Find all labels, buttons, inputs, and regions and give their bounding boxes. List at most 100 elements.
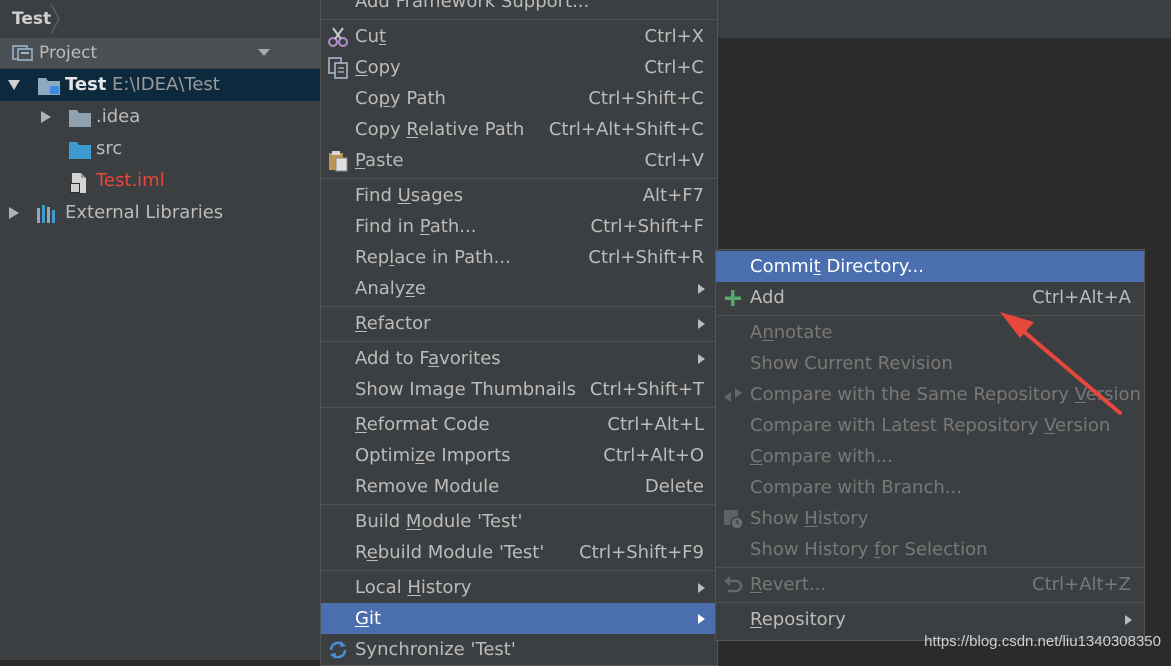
shortcut-label: Ctrl+Alt+Z (1032, 574, 1131, 595)
git-item-commit-directory[interactable]: Commit Directory... (716, 251, 1144, 282)
shortcut-label: Ctrl+Alt+O (603, 445, 704, 466)
menu-separator (321, 306, 717, 307)
mnemonic-suffix: evert... (761, 574, 827, 595)
mnemonic-key: G (355, 608, 369, 629)
expand-arrow-right-icon[interactable] (40, 111, 52, 123)
menu-item-optimize-imports[interactable]: Optimize Imports Ctrl+Alt+O (321, 440, 717, 471)
mnemonic-prefix: Local (355, 577, 408, 598)
mnemonic-key: z (405, 278, 415, 299)
mnemonic-suffix: e Imports (424, 445, 511, 466)
mnemonic-prefix: Cu (355, 26, 379, 47)
mnemonic-key: n (762, 322, 774, 343)
shortcut-label: Ctrl+Shift+F9 (579, 542, 704, 563)
breadcrumb-separator-icon (50, 4, 60, 34)
mnemonic-suffix: vorites (439, 348, 501, 369)
expand-arrow-right-icon[interactable] (8, 207, 20, 219)
menu-item-paste[interactable]: Paste Ctrl+V (321, 145, 717, 176)
submenu-arrow-icon (698, 614, 705, 624)
menu-separator (321, 407, 717, 408)
mnemonic-suffix: or Selection (880, 539, 988, 560)
project-path-label: E:\IDEA\Test (112, 74, 220, 95)
shortcut-label: Ctrl+Shift+F (590, 216, 704, 237)
git-item-compare-with[interactable]: Compare with... (716, 441, 1144, 472)
git-item-compare-with-branch[interactable]: Compare with Branch... (716, 472, 1144, 503)
git-item-repository[interactable]: Repository (716, 604, 1144, 635)
mnemonic-key: t (813, 256, 821, 277)
mnemonic-prefix: Show (750, 508, 805, 529)
menu-item-rebuild-module[interactable]: Rebuild Module 'Test' Ctrl+Shift+F9 (321, 537, 717, 568)
menu-item-show-image-thumbnails[interactable]: Show Image Thumbnails Ctrl+Shift+T (321, 374, 717, 405)
git-item-show-history[interactable]: Show History (716, 503, 1144, 534)
menu-item-label: Show Image Thumbnails (355, 379, 576, 400)
menu-item-reformat-code[interactable]: Reformat Code Ctrl+Alt+L (321, 409, 717, 440)
project-view-icon (12, 45, 33, 61)
paste-icon (329, 151, 348, 172)
tree-item-test-root[interactable]: Test E:\IDEA\Test (0, 69, 320, 101)
project-panel-title: Project (39, 43, 98, 63)
menu-item-cut[interactable]: Cut Ctrl+X (321, 21, 717, 52)
git-item-show-history-for-selection[interactable]: Show History for Selection (716, 534, 1144, 565)
menu-item-copy[interactable]: Copy Ctrl+C (321, 52, 717, 83)
mnemonic-suffix: istory (817, 508, 869, 529)
tree-item-test-iml[interactable]: Test.iml (0, 165, 320, 197)
menu-separator (321, 341, 717, 342)
mnemonic-suffix: eformat Code (366, 414, 490, 435)
menu-item-refactor[interactable]: Refactor (321, 308, 717, 339)
submenu-arrow-icon (698, 354, 705, 364)
mnemonic-prefix: Add to F (355, 348, 429, 369)
menu-separator (321, 178, 717, 179)
mnemonic-key: R (750, 609, 762, 630)
menu-item-remove-module[interactable]: Remove Module Delete (321, 471, 717, 502)
expand-arrow-down-icon[interactable] (8, 79, 20, 91)
menu-item-add-framework-support[interactable]: Add Framework Support... (321, 0, 717, 17)
mnemonic-key: C (355, 57, 368, 78)
submenu-arrow-icon (1125, 615, 1132, 625)
mnemonic-prefix: Find (355, 185, 398, 206)
tree-item-src[interactable]: src (0, 133, 320, 165)
mnemonic-key: H (804, 508, 818, 529)
mnemonic-key: U (397, 185, 411, 206)
menu-item-copy-path[interactable]: Copy Path Ctrl+Shift+C (321, 83, 717, 114)
submenu-arrow-icon (698, 319, 705, 329)
module-folder-icon (38, 78, 60, 95)
menu-item-local-history[interactable]: Local History (321, 572, 717, 603)
shortcut-label: Alt+F7 (642, 185, 704, 206)
mnemonic-suffix: build Module 'Test' (377, 542, 545, 563)
menu-item-find-in-path[interactable]: Find in Path... Ctrl+Shift+F (321, 211, 717, 242)
shortcut-label: Ctrl+Shift+T (589, 379, 704, 400)
menu-item-replace-in-path[interactable]: Replace in Path... Ctrl+Shift+R (321, 242, 717, 273)
project-panel-header[interactable]: Project (0, 38, 320, 68)
mnemonic-key: R (355, 313, 367, 334)
git-item-revert[interactable]: Revert... Ctrl+Alt+Z (716, 569, 1144, 600)
menu-item-copy-relative-path[interactable]: Copy Relative Path Ctrl+Alt+Shift+C (321, 114, 717, 145)
menu-item-label: Synchronize 'Test' (355, 639, 516, 660)
red-annotation-arrow-icon (1000, 312, 1122, 415)
shortcut-label: Ctrl+X (644, 26, 704, 47)
tree-item-label: Test.iml (96, 170, 165, 191)
menu-separator (716, 567, 1144, 568)
menu-item-analyze[interactable]: Analyze (321, 273, 717, 304)
mnemonic-key: C (750, 446, 763, 467)
menu-item-add-to-favorites[interactable]: Add to Favorites (321, 343, 717, 374)
menu-separator (321, 19, 717, 20)
menu-item-synchronize[interactable]: Synchronize 'Test' (321, 634, 717, 665)
menu-item-find-usages[interactable]: Find Usages Alt+F7 (321, 180, 717, 211)
copy-icon (328, 57, 348, 79)
menu-item-build-module[interactable]: Build Module 'Test' (321, 506, 717, 537)
mnemonic-key: a (428, 348, 440, 369)
tree-item-idea[interactable]: .idea (0, 101, 320, 133)
mnemonic-suffix: efactor (366, 313, 431, 334)
mnemonic-suffix: epository (761, 609, 846, 630)
tree-item-label: .idea (96, 106, 141, 127)
chevron-down-icon[interactable] (258, 49, 270, 57)
mnemonic-suffix: it (368, 608, 382, 629)
mnemonic-suffix: sages (410, 185, 464, 206)
tree-item-external-libraries[interactable]: External Libraries (0, 197, 320, 229)
menu-item-git[interactable]: Git (321, 603, 717, 634)
mnemonic-prefix: Optimi (355, 445, 416, 466)
menu-item-label: Show Current Revision (750, 353, 953, 374)
shortcut-label: Ctrl+V (644, 150, 704, 171)
revert-icon (724, 576, 743, 593)
mnemonic-suffix: e (414, 278, 426, 299)
libraries-icon (37, 205, 55, 223)
